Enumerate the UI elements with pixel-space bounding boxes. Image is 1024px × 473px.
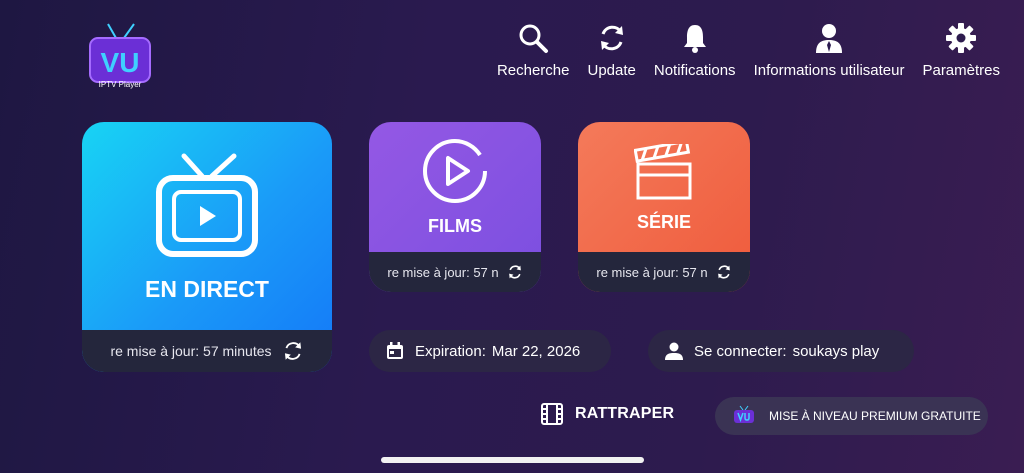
replay-button[interactable]: RATTRAPER [541, 403, 674, 425]
films-title: FILMS [428, 216, 482, 236]
tv-icon [154, 152, 260, 260]
expiration-label: Expiration: [415, 342, 486, 360]
nav-user-info-label: Informations utilisateur [753, 62, 905, 79]
gear-icon [943, 20, 979, 56]
films-update-text: re mise à jour: 57 n [387, 264, 499, 280]
play-circle-icon [422, 138, 488, 204]
refresh-icon[interactable] [716, 264, 732, 280]
logo-text: VU [101, 47, 140, 78]
films-footer: re mise à jour: 57 n [369, 252, 541, 292]
refresh-icon[interactable] [282, 340, 304, 362]
user-icon [811, 20, 847, 56]
bell-icon [677, 20, 713, 56]
serie-title: SÉRIE [636, 212, 692, 232]
expiration-pill: Expiration: Mar 22, 2026 [369, 330, 611, 372]
nav-update[interactable]: Update [587, 20, 636, 79]
live-tv-title: EN DIRECT [145, 276, 269, 302]
expiration-value: Mar 22, 2026 [491, 342, 581, 360]
live-tv-update-text: re mise à jour: 57 minutes [110, 343, 272, 359]
vu-logo-icon [731, 405, 757, 427]
serie-footer: re mise à jour: 57 n [578, 252, 750, 292]
nav-user-info[interactable]: Informations utilisateur [753, 20, 905, 79]
login-pill[interactable]: Se connecter: soukays play [648, 330, 914, 372]
nav-search-label: Recherche [496, 62, 570, 79]
login-label: Se connecter: [694, 342, 787, 360]
nav-search[interactable]: Recherche [496, 20, 570, 79]
login-value: soukays play [792, 342, 880, 360]
clapperboard-icon [633, 139, 694, 200]
serie-tile[interactable]: SÉRIE re mise à jour: 57 n [578, 122, 750, 292]
film-strip-icon [541, 403, 563, 425]
replay-label: RATTRAPER [575, 405, 675, 422]
premium-label: MISE À NIVEAU PREMIUM GRATUITE [769, 409, 981, 423]
home-indicator[interactable] [381, 457, 644, 463]
nav-notifications-label: Notifications [653, 62, 736, 79]
logo-subtitle: IPTV Player [98, 80, 142, 89]
refresh-icon [594, 20, 630, 56]
person-icon [664, 341, 684, 361]
live-tv-footer: re mise à jour: 57 minutes [82, 330, 332, 372]
top-nav: Recherche Update Notifications Informati… [479, 20, 1000, 79]
app-logo: VU IPTV Player [84, 22, 156, 98]
serie-update-text: re mise à jour: 57 n [596, 264, 708, 280]
nav-settings[interactable]: Paramètres [922, 20, 1000, 79]
live-tv-tile[interactable]: EN DIRECT re mise à jour: 57 minutes [82, 122, 332, 372]
nav-notifications[interactable]: Notifications [654, 20, 736, 79]
calendar-icon [385, 341, 405, 361]
nav-update-label: Update [587, 62, 636, 79]
films-tile[interactable]: FILMS re mise à jour: 57 n [369, 122, 541, 292]
search-icon [515, 20, 551, 56]
nav-settings-label: Paramètres [922, 62, 1000, 79]
premium-upgrade-button[interactable]: MISE À NIVEAU PREMIUM GRATUITE [715, 397, 988, 435]
refresh-icon[interactable] [507, 264, 523, 280]
